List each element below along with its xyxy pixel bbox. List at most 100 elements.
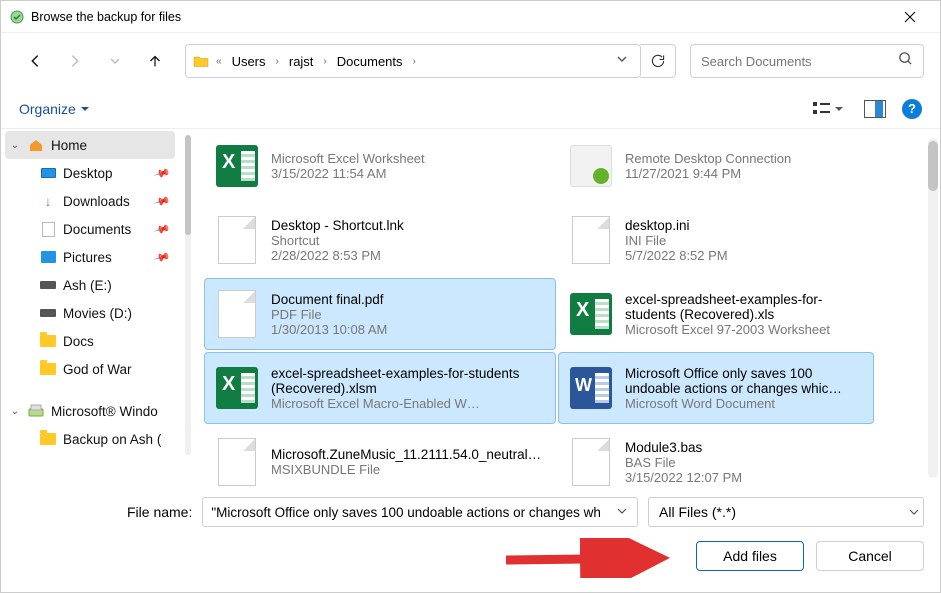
forward-button[interactable]: [57, 43, 93, 79]
file-type: Microsoft Excel Worksheet: [271, 151, 425, 166]
pin-icon: 📌: [153, 248, 171, 266]
sidebar-item-pictures[interactable]: Pictures📌: [5, 243, 175, 271]
file-type: Shortcut: [271, 233, 404, 248]
file-item[interactable]: Microsoft.ZuneMusic_11.2111.54.0_neutral…: [204, 426, 556, 487]
help-button[interactable]: ?: [902, 99, 922, 119]
file-type-icon: [213, 364, 261, 412]
chevron-down-icon: [80, 104, 90, 114]
sidebar-item-desktop[interactable]: Desktop 📌: [5, 159, 175, 187]
search-icon: [898, 51, 913, 71]
file-item[interactable]: Microsoft Office only saves 100 undoable…: [558, 352, 874, 424]
sidebar-label: Downloads: [63, 194, 130, 209]
preview-pane-button[interactable]: [860, 96, 890, 122]
file-list-scrollbar[interactable]: [928, 131, 938, 485]
sidebar-item-backup[interactable]: Backup on Ash (: [5, 425, 175, 453]
chevron-down-icon: [834, 104, 844, 114]
filename-value: "Microsoft Office only saves 100 undoabl…: [211, 505, 611, 520]
sidebar-item-gow[interactable]: God of War: [5, 355, 175, 383]
breadcrumb-documents[interactable]: Documents: [333, 52, 407, 71]
file-item[interactable]: excel-spreadsheet-examples-for-students …: [204, 352, 556, 424]
file-date: 3/15/2022 12:07 PM: [625, 470, 742, 485]
organize-button[interactable]: Organize: [19, 101, 90, 117]
search-input[interactable]: [701, 54, 898, 69]
file-item[interactable]: Microsoft Excel Worksheet3/15/2022 11:54…: [204, 130, 556, 202]
file-item[interactable]: Document final.pdfPDF File1/30/2013 10:0…: [204, 278, 556, 350]
file-item[interactable]: Desktop - Shortcut.lnkShortcut2/28/2022 …: [204, 204, 556, 276]
sidebar-item-mswindows[interactable]: ⌄Microsoft® Windo: [5, 397, 175, 425]
back-button[interactable]: [17, 43, 53, 79]
folder-icon: [192, 52, 210, 70]
sidebar-item-ash[interactable]: Ash (E:): [5, 271, 175, 299]
file-name: Desktop - Shortcut.lnk: [271, 218, 404, 233]
view-options-button[interactable]: [808, 96, 848, 122]
sidebar-item-docs[interactable]: Docs: [5, 327, 175, 355]
file-type: INI File: [625, 233, 728, 248]
file-type-icon: [213, 438, 261, 486]
chevron-right-icon: ›: [321, 56, 328, 67]
breadcrumb-rajst[interactable]: rajst: [285, 52, 318, 71]
sidebar-label: God of War: [63, 362, 132, 377]
sidebar-item-documents[interactable]: Documents📌: [5, 215, 175, 243]
file-type-icon: [567, 438, 615, 486]
file-name: desktop.ini: [625, 218, 728, 233]
cancel-button[interactable]: Cancel: [816, 541, 924, 571]
file-date: 3/15/2022 11:54 AM: [271, 166, 425, 181]
file-type: Microsoft Excel 97-2003 Worksheet: [625, 322, 865, 337]
file-type-filter[interactable]: All Files (*.*): [648, 497, 924, 527]
backup-icon: [27, 402, 45, 420]
drive-icon: [39, 276, 57, 294]
file-type: Microsoft Excel Macro-Enabled W…: [271, 396, 547, 411]
file-type-icon: [213, 142, 261, 190]
search-box[interactable]: [690, 44, 924, 78]
add-files-button[interactable]: Add files: [696, 541, 804, 571]
sidebar-item-home[interactable]: ⌄ Home: [5, 131, 175, 159]
file-type: PDF File: [271, 307, 387, 322]
sidebar-label: Docs: [63, 334, 94, 349]
folder-icon: [39, 360, 57, 378]
file-date: 5/7/2022 8:52 PM: [625, 248, 728, 263]
file-type: BAS File: [625, 455, 742, 470]
sidebar-label: Movies (D:): [63, 306, 132, 321]
file-type-icon: [567, 216, 615, 264]
download-icon: ↓: [39, 192, 57, 210]
filename-input[interactable]: "Microsoft Office only saves 100 undoabl…: [202, 497, 638, 527]
collapse-icon[interactable]: ⌄: [9, 140, 21, 151]
folder-icon: [39, 430, 57, 448]
file-item[interactable]: Remote Desktop Connection11/27/2021 9:44…: [558, 130, 874, 202]
file-type: Microsoft Word Document: [625, 396, 865, 411]
filename-history-button[interactable]: [611, 503, 633, 521]
folder-icon: [39, 332, 57, 350]
file-date: 1/30/2013 10:08 AM: [271, 322, 387, 337]
file-item[interactable]: Module3.basBAS File3/15/2022 12:07 PM: [558, 426, 874, 487]
sidebar-scrollbar[interactable]: [185, 135, 191, 455]
file-list: Microsoft Excel Worksheet3/15/2022 11:54…: [197, 129, 940, 487]
file-item[interactable]: excel-spreadsheet-examples-for-students …: [558, 278, 874, 350]
up-button[interactable]: [137, 43, 173, 79]
address-bar[interactable]: « Users › rajst › Documents ›: [185, 44, 641, 78]
sidebar-splitter[interactable]: [179, 129, 197, 487]
sidebar-item-downloads[interactable]: ↓Downloads📌: [5, 187, 175, 215]
footer: File name: "Microsoft Office only saves …: [1, 487, 940, 585]
recent-button[interactable]: [97, 43, 133, 79]
file-type-icon: [213, 290, 261, 338]
close-button[interactable]: [888, 1, 932, 33]
chevron-left-icon: «: [214, 56, 224, 67]
pin-icon: 📌: [153, 164, 171, 182]
refresh-button[interactable]: [640, 44, 676, 78]
breadcrumb-users[interactable]: Users: [228, 52, 270, 71]
address-history-button[interactable]: [610, 48, 634, 74]
file-name: excel-spreadsheet-examples-for-students …: [625, 292, 865, 322]
list-view-icon: [812, 100, 832, 118]
sidebar-label: Backup on Ash (: [63, 432, 161, 447]
file-item[interactable]: desktop.iniINI File5/7/2022 8:52 PM: [558, 204, 874, 276]
sidebar-item-movies[interactable]: Movies (D:): [5, 299, 175, 327]
sidebar-label: Desktop: [63, 166, 113, 181]
organize-label: Organize: [19, 101, 76, 117]
toolbar: Organize ?: [1, 89, 940, 129]
file-type-icon: [567, 290, 615, 338]
chevron-right-icon: ›: [411, 56, 418, 67]
filter-value: All Files (*.*): [659, 504, 736, 520]
collapse-icon[interactable]: ⌄: [9, 406, 21, 417]
file-name: excel-spreadsheet-examples-for-students …: [271, 366, 547, 396]
title-bar: Browse the backup for files: [1, 1, 940, 33]
